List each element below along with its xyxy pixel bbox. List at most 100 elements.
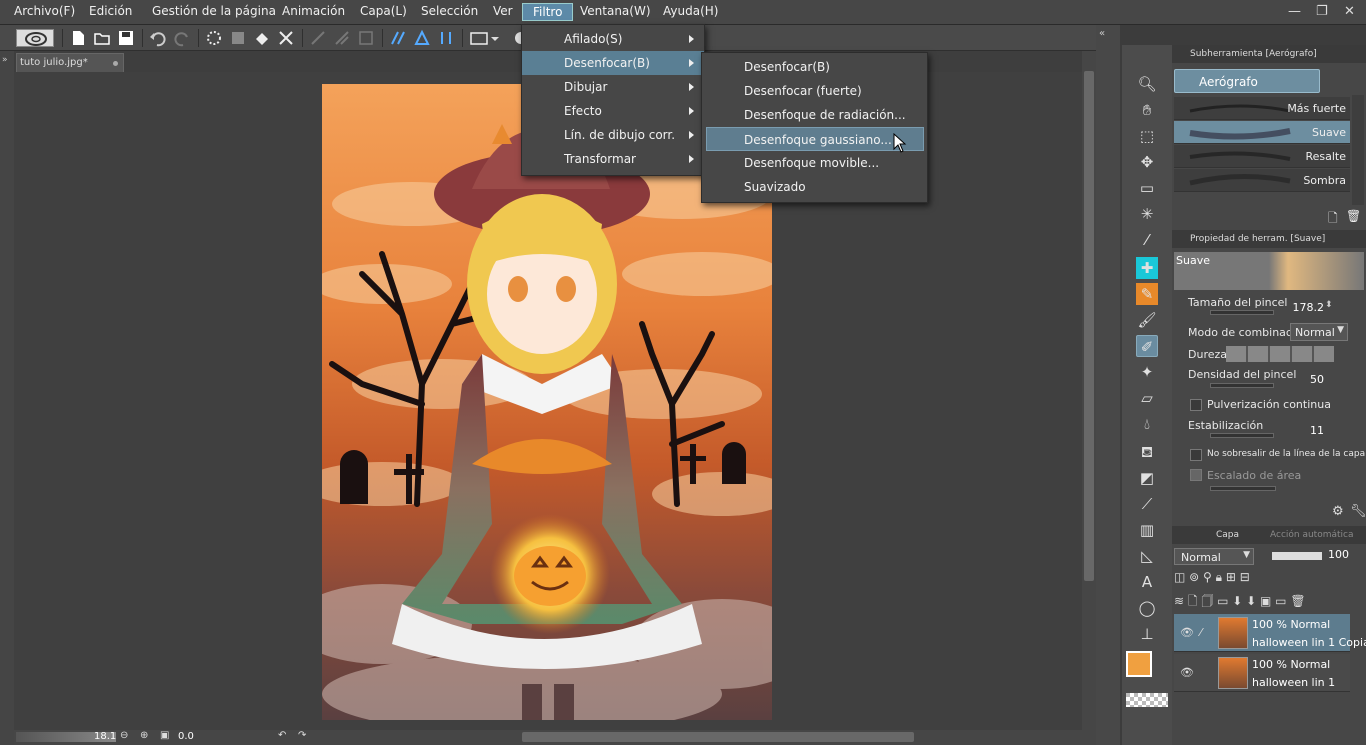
menu-item-lin-dibujo-corr[interactable]: Lín. de dibujo corr. <box>522 123 704 147</box>
new-file-icon[interactable] <box>69 29 87 47</box>
area-scale-checkbox[interactable] <box>1190 469 1202 481</box>
subtool-group-airbrush[interactable]: Aerógrafo <box>1174 69 1320 93</box>
hardness-selector[interactable] <box>1226 346 1334 362</box>
stabilization-value[interactable]: 11 <box>1290 424 1324 437</box>
fill-tool-icon[interactable]: ⛾ <box>1136 441 1158 463</box>
layer-blend-select[interactable]: Normal ▼ <box>1174 548 1254 565</box>
menu-capa[interactable]: Capa(L) <box>360 4 407 18</box>
brush-size-stepper-icon[interactable]: ⬍ <box>1325 300 1333 310</box>
blend-tool-icon[interactable]: 💧︎ <box>1136 413 1158 435</box>
save-icon[interactable] <box>117 29 135 47</box>
brush-suave[interactable]: Suave <box>1174 121 1350 144</box>
app-logo-icon[interactable] <box>16 29 54 47</box>
open-file-icon[interactable] <box>93 29 111 47</box>
restore-icon[interactable]: ❐ <box>1316 4 1328 19</box>
stabilization-slider[interactable] <box>1210 433 1274 438</box>
hand-tool-icon[interactable]: ✋︎ <box>1136 99 1158 121</box>
pencil-tool-icon[interactable]: ✎ <box>1136 283 1158 305</box>
subtool-scrollbar[interactable] <box>1352 95 1364 205</box>
layer-opacity-slider[interactable] <box>1272 552 1322 560</box>
close-icon[interactable]: ✕ <box>1344 4 1355 19</box>
density-value[interactable]: 50 <box>1290 373 1324 386</box>
continuous-spray-checkbox[interactable] <box>1190 399 1202 411</box>
menu-filtro[interactable]: Filtro <box>522 3 574 21</box>
collapse-dock-icon[interactable]: « <box>1099 28 1105 39</box>
snap-ruler-icon[interactable] <box>309 29 327 47</box>
menu-edicion[interactable]: Edición <box>89 4 132 18</box>
ruler-tool-icon[interactable]: ◺ <box>1136 545 1158 567</box>
zoom-in-icon[interactable]: ⊕ <box>140 730 148 741</box>
settings-icon[interactable]: ⚙︎ <box>1332 504 1344 519</box>
brush-size-slider[interactable] <box>1210 310 1274 315</box>
minimize-icon[interactable]: — <box>1288 4 1301 19</box>
menu-item-desenfocar-b[interactable]: Desenfocar(B) <box>702 55 927 79</box>
crop-icon[interactable] <box>277 29 295 47</box>
brush-resalte[interactable]: Resalte <box>1174 145 1350 168</box>
redo-icon[interactable] <box>173 29 191 47</box>
brush-tool-icon[interactable]: 🖌︎ <box>1136 309 1158 331</box>
menu-item-transformar[interactable]: Transformar <box>522 147 704 171</box>
menu-item-efecto[interactable]: Efecto <box>522 99 704 123</box>
menu-item-suavizado[interactable]: Suavizado <box>702 175 927 199</box>
rotate-left-icon[interactable]: ↶ <box>278 730 286 741</box>
eyedropper-tool-icon[interactable]: ⁄ <box>1136 229 1158 251</box>
selection-tool-icon[interactable]: ▭ <box>1136 177 1158 199</box>
new-subtool-icon[interactable]: 🗋︎ <box>1328 209 1338 230</box>
menu-ver[interactable]: Ver <box>493 4 513 18</box>
menu-item-desenfocar[interactable]: Desenfocar(B) <box>522 51 704 75</box>
document-tab[interactable]: tuto julio.jpg* <box>16 53 124 72</box>
display-toggle-icon[interactable] <box>469 29 503 47</box>
delete-subtool-icon[interactable]: 🗑︎ <box>1346 209 1361 223</box>
menu-item-desenfoque-movible[interactable]: Desenfoque movible... <box>702 151 927 175</box>
ruler-icon[interactable] <box>413 29 431 47</box>
brush-sombra[interactable]: Sombra <box>1174 169 1350 192</box>
transform-icon[interactable] <box>229 29 247 47</box>
no-overflow-checkbox[interactable] <box>1190 449 1202 461</box>
rotate-right-icon[interactable]: ↷ <box>298 730 306 741</box>
brush-size-value[interactable]: 178.2 <box>1290 301 1325 314</box>
eye-icon[interactable]: 👁︎ <box>1180 666 1194 679</box>
fit-icon[interactable]: ▣ <box>160 730 169 741</box>
menu-item-desenfoque-gaussiano[interactable]: Desenfoque gaussiano... <box>706 127 924 151</box>
operation-tool-icon[interactable]: ⬚ <box>1136 125 1158 147</box>
text-tool-icon[interactable]: A <box>1136 571 1158 593</box>
figure-tool-icon[interactable]: ⟋ <box>1136 493 1158 515</box>
main-color-swatch[interactable] <box>1126 651 1152 677</box>
gradient-tool-icon[interactable]: ◩ <box>1136 467 1158 489</box>
blend-mode-select[interactable]: Normal ▼ <box>1290 323 1348 341</box>
magic-wand-tool-icon[interactable]: ✳ <box>1136 203 1158 225</box>
menu-item-dibujar[interactable]: Dibujar <box>522 75 704 99</box>
frame-tool-icon[interactable]: ▥ <box>1136 519 1158 541</box>
layer-row[interactable]: 👁︎ ⁄ 100 % Normal halloween lin 1 Copiar <box>1174 614 1366 652</box>
move-layer-tool-icon[interactable]: ✥ <box>1136 151 1158 173</box>
layer-row[interactable]: 👁︎ 100 % Normal halloween lin 1 <box>1174 654 1350 692</box>
tab-accion-automatica[interactable]: Acción automática <box>1270 530 1354 540</box>
brush-mas-fuerte[interactable]: Más fuerte <box>1174 97 1350 120</box>
density-slider[interactable] <box>1210 383 1274 388</box>
zoom-out-icon[interactable]: ⊖ <box>120 730 128 741</box>
menu-item-desenfocar-fuerte[interactable]: Desenfocar (fuerte) <box>702 79 927 103</box>
snap-special-icon[interactable] <box>333 29 351 47</box>
airbrush-tool-icon[interactable]: ✐ <box>1136 335 1158 357</box>
menu-archivo[interactable]: Archivo(F) <box>14 4 75 18</box>
correct-line-tool-icon[interactable]: ⊥ <box>1136 623 1158 645</box>
tab-capa[interactable]: Capa <box>1216 530 1239 540</box>
perspective-icon[interactable] <box>389 29 407 47</box>
menu-animacion[interactable]: Animación <box>282 4 345 18</box>
menu-item-desenfoque-radiacion[interactable]: Desenfoque de radiación... <box>702 103 927 127</box>
fill-icon[interactable] <box>253 29 271 47</box>
wrench-icon[interactable]: 🔧︎ <box>1350 504 1366 519</box>
zoom-tool-icon[interactable]: 🔍︎ <box>1136 73 1158 95</box>
menu-ventana[interactable]: Ventana(W) <box>580 4 651 18</box>
eraser-tool-icon[interactable]: ▱ <box>1136 387 1158 409</box>
pen-tool-icon[interactable]: ✚ <box>1136 257 1158 279</box>
snap-grid-icon[interactable] <box>357 29 375 47</box>
balloon-tool-icon[interactable]: ◯ <box>1136 597 1158 619</box>
area-scale-slider[interactable] <box>1210 486 1276 491</box>
menu-seleccion[interactable]: Selección <box>421 4 478 18</box>
clear-selection-icon[interactable] <box>205 29 223 47</box>
collapse-left-icon[interactable]: » <box>2 55 8 65</box>
menu-gestion-pagina[interactable]: Gestión de la página <box>152 4 276 18</box>
vertical-scrollbar[interactable] <box>1082 51 1096 731</box>
symmetry-icon[interactable] <box>437 29 455 47</box>
